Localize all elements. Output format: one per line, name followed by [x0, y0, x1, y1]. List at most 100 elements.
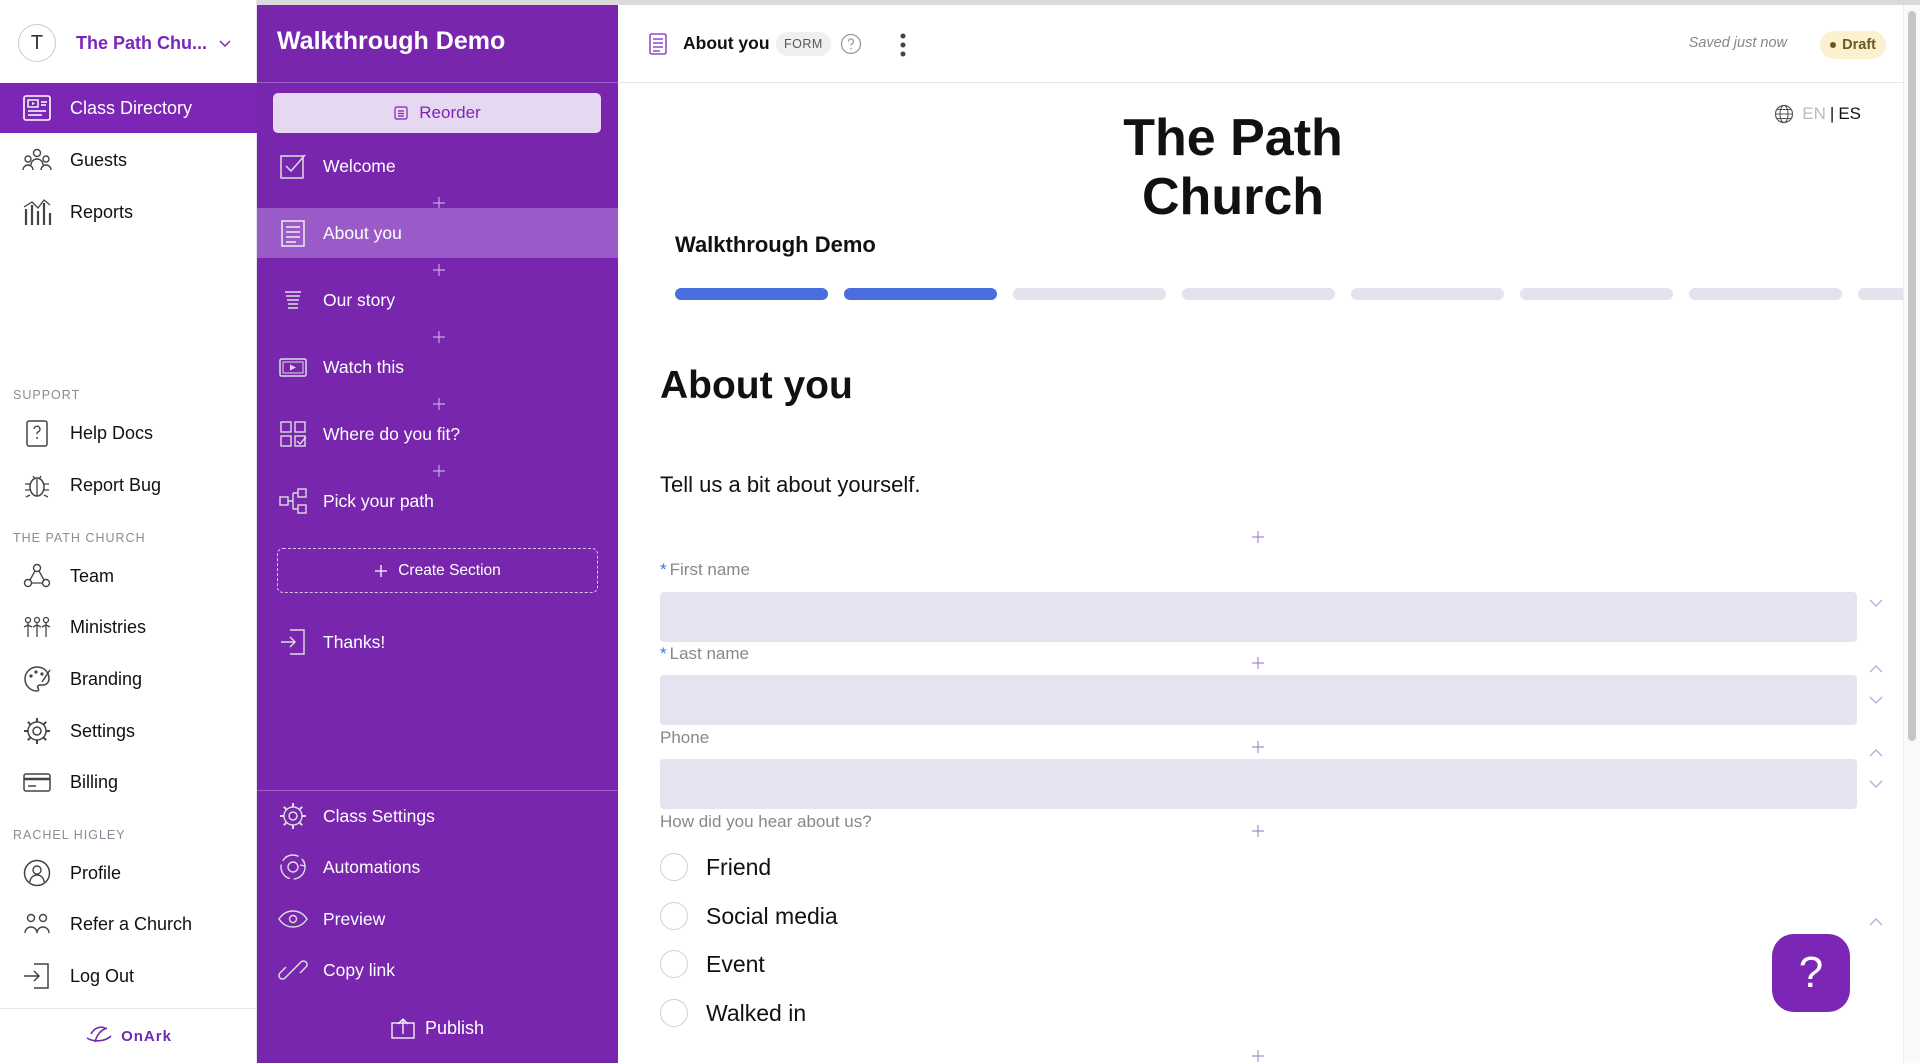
- move-down-icon[interactable]: [1868, 779, 1884, 789]
- nav-item-ministries[interactable]: Ministries: [0, 602, 257, 652]
- chevron-down-icon: [219, 40, 231, 48]
- nav-item-guests[interactable]: Guests: [0, 135, 257, 185]
- publish-button[interactable]: Publish: [257, 1005, 618, 1051]
- nav-label: Team: [70, 565, 115, 586]
- first-name-input[interactable]: [660, 592, 1857, 642]
- nav-item-log-out[interactable]: Log Out: [0, 951, 257, 1001]
- section-panel: Walkthrough Demo Reorder Welcome About y…: [257, 5, 618, 1063]
- exit-door-icon: [281, 629, 305, 655]
- radio-option-event[interactable]: Event: [660, 947, 765, 981]
- left-navigation: T The Path Chu... Class Directory Guests…: [0, 0, 257, 1063]
- plus-icon: [375, 564, 388, 577]
- class-settings-link[interactable]: Class Settings: [257, 791, 618, 841]
- create-section-button[interactable]: Create Section: [277, 548, 598, 593]
- user-heading: RACHEL HIGLEY: [13, 828, 126, 842]
- add-field-plus-icon[interactable]: [1251, 1049, 1265, 1063]
- preview-link[interactable]: Preview: [257, 894, 618, 944]
- link-icon: [278, 960, 308, 980]
- divider: [257, 82, 618, 83]
- logout-icon: [24, 963, 49, 989]
- text-icon: [285, 291, 301, 309]
- section-label: Our story: [323, 289, 395, 310]
- nav-item-help-docs[interactable]: Help Docs: [0, 408, 257, 458]
- radio-circle[interactable]: [660, 902, 688, 930]
- class-directory-icon: [23, 95, 51, 121]
- scrollbar[interactable]: [1903, 5, 1920, 1063]
- nav-label: Ministries: [70, 616, 147, 637]
- org-switcher[interactable]: T The Path Chu...: [18, 24, 248, 62]
- nav-label: Refer a Church: [70, 913, 193, 934]
- move-up-icon[interactable]: [1868, 748, 1884, 758]
- nav-item-settings[interactable]: Settings: [0, 706, 257, 756]
- refer-icon: [24, 913, 50, 934]
- nav-item-branding[interactable]: Branding: [0, 654, 257, 704]
- add-field-plus-icon[interactable]: [1251, 824, 1265, 838]
- radio-option-walked-in[interactable]: Walked in: [660, 996, 806, 1030]
- gear-icon: [280, 803, 306, 829]
- form-title: Walkthrough Demo: [675, 232, 876, 257]
- nav-label: Branding: [70, 668, 143, 689]
- nav-item-reports[interactable]: Reports: [0, 187, 257, 237]
- radio-label: Walked in: [706, 999, 807, 1026]
- nav-label: Log Out: [70, 965, 135, 986]
- nav-item-team[interactable]: Team: [0, 551, 257, 601]
- help-chat-button[interactable]: ?: [1772, 934, 1850, 1012]
- section-item-pick-your-path[interactable]: Pick your path: [257, 476, 618, 526]
- move-up-icon[interactable]: [1868, 917, 1884, 927]
- add-field-plus-icon[interactable]: [1251, 530, 1265, 544]
- phone-input[interactable]: [660, 759, 1857, 809]
- nav-label: Reports: [70, 201, 134, 222]
- nav-item-class-directory[interactable]: Class Directory: [0, 83, 257, 133]
- nav-item-refer-church[interactable]: Refer a Church: [0, 899, 257, 949]
- radio-option-social-media[interactable]: Social media: [660, 899, 838, 933]
- help-circle-icon[interactable]: [840, 33, 862, 55]
- help-docs-icon: [26, 420, 48, 447]
- radio-circle[interactable]: [660, 999, 688, 1027]
- move-down-icon[interactable]: [1868, 695, 1884, 705]
- radio-circle[interactable]: [660, 853, 688, 881]
- field-label-phone: Phone: [660, 728, 709, 748]
- progress-step: [1689, 288, 1842, 300]
- more-vertical-icon[interactable]: [898, 31, 908, 59]
- nav-item-billing[interactable]: Billing: [0, 757, 257, 807]
- class-title: Walkthrough Demo: [277, 27, 506, 55]
- section-item-welcome[interactable]: Welcome: [257, 141, 618, 191]
- nav-item-profile[interactable]: Profile: [0, 848, 257, 898]
- section-item-thanks[interactable]: Thanks!: [257, 617, 618, 667]
- section-item-where-do-you-fit[interactable]: Where do you fit?: [257, 409, 618, 459]
- reorder-button[interactable]: Reorder: [273, 93, 601, 133]
- church-name-line: The Path: [1123, 109, 1343, 167]
- radio-label: Social media: [706, 902, 838, 929]
- church-heading: THE PATH CHURCH: [13, 531, 146, 545]
- support-heading: SUPPORT: [13, 388, 81, 402]
- reports-icon: [23, 199, 52, 225]
- move-up-icon[interactable]: [1868, 664, 1884, 674]
- field-label-first-name: * First name: [660, 560, 750, 580]
- church-name-heading: The Path Church: [618, 109, 1848, 227]
- question-mark-icon: ?: [1798, 948, 1824, 997]
- add-field-plus-icon[interactable]: [1251, 740, 1265, 754]
- section-item-our-story[interactable]: Our story: [257, 275, 618, 325]
- radio-circle[interactable]: [660, 950, 688, 978]
- checkbox-icon: [280, 154, 306, 179]
- move-down-icon[interactable]: [1868, 598, 1884, 608]
- publish-label: Publish: [424, 1017, 485, 1038]
- radio-option-friend[interactable]: Friend: [660, 850, 771, 884]
- onark-logo: OnArk: [0, 1008, 257, 1063]
- progress-step: [1351, 288, 1504, 300]
- scrollbar-thumb[interactable]: [1908, 11, 1916, 741]
- section-label: Pick your path: [323, 490, 434, 511]
- required-asterisk: *: [660, 644, 667, 663]
- nav-item-report-bug[interactable]: Report Bug: [0, 460, 257, 510]
- guests-icon: [22, 148, 52, 171]
- add-field-plus-icon[interactable]: [1251, 656, 1265, 670]
- org-avatar: T: [18, 24, 56, 62]
- section-item-about-you[interactable]: About you: [257, 208, 618, 258]
- section-item-watch-this[interactable]: Watch this: [257, 342, 618, 392]
- progress-step: [1013, 288, 1166, 300]
- copy-link-button[interactable]: Copy link: [257, 945, 618, 995]
- section-label: Watch this: [323, 356, 405, 377]
- automations-link[interactable]: Automations: [257, 842, 618, 892]
- section-label: About you: [323, 222, 402, 243]
- last-name-input[interactable]: [660, 675, 1857, 725]
